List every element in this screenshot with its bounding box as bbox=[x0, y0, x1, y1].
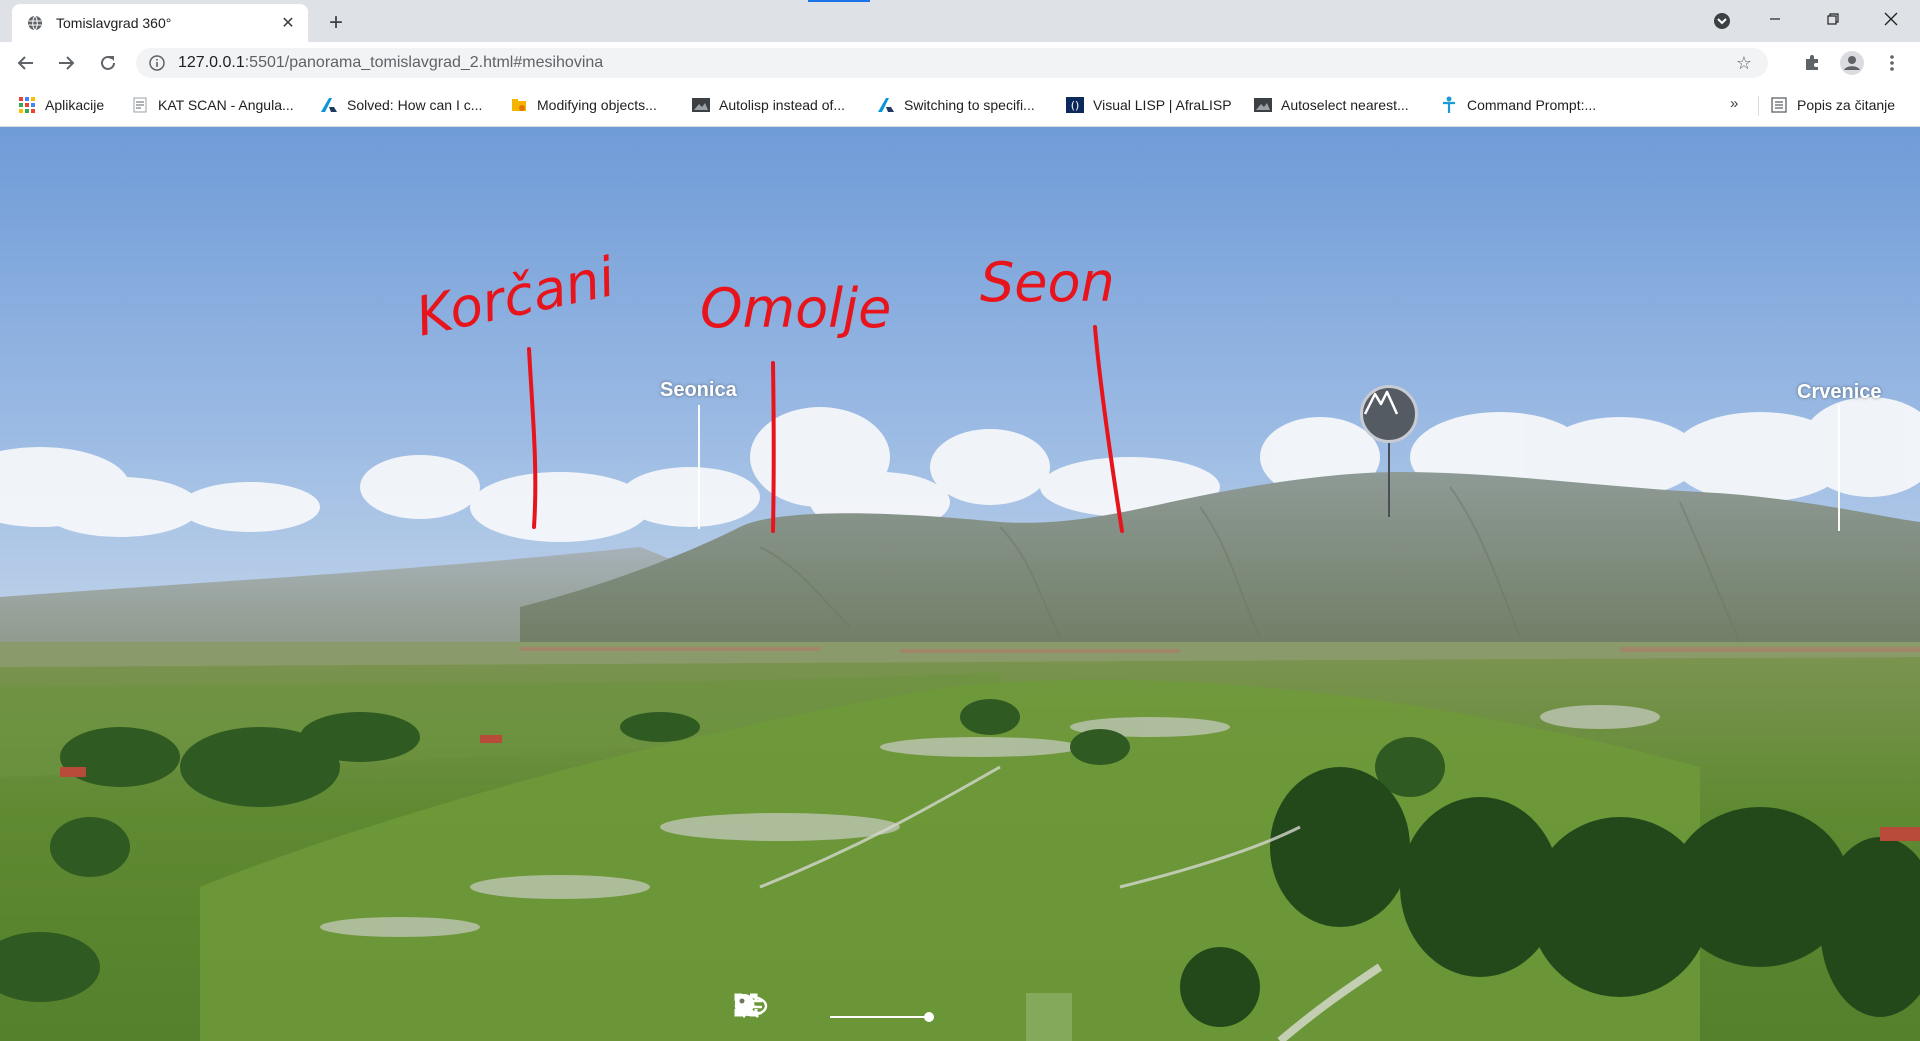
fullscreen-button[interactable] bbox=[734, 993, 1164, 1041]
reading-list-label: Popis za čitanje bbox=[1797, 97, 1896, 113]
browser-tab[interactable]: Tomislavgrad 360° ✕ bbox=[12, 4, 308, 42]
figure-icon bbox=[1440, 96, 1458, 114]
poi-label-seonica[interactable]: Seonica bbox=[660, 379, 737, 402]
bookmark-label: Visual LISP | AfraLISP bbox=[1093, 97, 1232, 113]
bookmark-label: Modifying objects... bbox=[537, 97, 657, 113]
tab-strip: Tomislavgrad 360° ✕ + bbox=[0, 0, 1920, 42]
divider bbox=[1758, 96, 1759, 116]
lisp-icon: () bbox=[1066, 96, 1084, 114]
bookmark-autoselect[interactable]: Autoselect nearest... bbox=[1254, 95, 1409, 115]
download-button[interactable] bbox=[736, 993, 1026, 1041]
bookmark-label: Switching to specifi... bbox=[904, 97, 1035, 113]
bookmark-star-icon[interactable]: ☆ bbox=[1734, 53, 1754, 73]
zoom-track bbox=[830, 1016, 930, 1018]
annotation-seon: Seon bbox=[980, 251, 1115, 314]
restore-button[interactable] bbox=[1810, 0, 1856, 38]
panorama-viewport[interactable]: Korčani Omolje Seon Seonica Crvenice bbox=[0, 127, 1920, 1041]
kebab-menu-icon[interactable] bbox=[1880, 51, 1904, 75]
mountain-icon bbox=[1363, 390, 1399, 415]
poi-line-crvenice bbox=[1838, 405, 1840, 531]
url-text: 127.0.0.1:5501/panorama_tomislavgrad_2.h… bbox=[178, 54, 603, 72]
reading-list-icon bbox=[1770, 96, 1788, 114]
browser-toolbar: 127.0.0.1:5501/panorama_tomislavgrad_2.h… bbox=[0, 42, 1920, 84]
bookmark-label: Aplikacije bbox=[45, 97, 105, 113]
bookmark-label: Solved: How can I c... bbox=[347, 97, 483, 113]
markers-list-button[interactable] bbox=[735, 993, 1118, 1041]
reload-icon[interactable] bbox=[94, 49, 122, 77]
reading-list-button[interactable]: Popis za čitanje bbox=[1770, 95, 1895, 115]
bookmarks-overflow-button[interactable]: » bbox=[1730, 95, 1738, 112]
folder-lock-icon bbox=[510, 96, 528, 114]
bookmark-label: KAT SCAN - Angula... bbox=[158, 97, 294, 113]
zoom-out-button[interactable] bbox=[735, 993, 826, 1041]
zoom-in-button[interactable] bbox=[735, 993, 980, 1041]
image-icon bbox=[1254, 96, 1272, 114]
bookmark-label: Autolisp instead of... bbox=[719, 97, 846, 113]
zoom-slider[interactable] bbox=[830, 993, 934, 1041]
peak-marker-stem bbox=[1388, 443, 1390, 517]
back-arrow-icon[interactable] bbox=[12, 49, 40, 77]
url-path: :5501/panorama_tomislavgrad_2.html#mesih… bbox=[244, 54, 604, 71]
new-tab-button[interactable]: + bbox=[322, 9, 350, 37]
bookmarks-bar: Aplikacije KAT SCAN - Angula... Solved: … bbox=[0, 84, 1920, 127]
image-icon bbox=[692, 96, 710, 114]
info-icon[interactable] bbox=[148, 54, 166, 72]
annotation-omolje: Omolje bbox=[700, 277, 891, 340]
globe-icon bbox=[26, 14, 44, 32]
autodesk-icon bbox=[320, 96, 338, 114]
poi-line-seonica bbox=[698, 405, 700, 529]
mountain-peak-marker[interactable] bbox=[1360, 385, 1418, 443]
forward-arrow-icon[interactable] bbox=[52, 49, 80, 77]
bookmark-solved[interactable]: Solved: How can I c... bbox=[320, 95, 482, 115]
bookmark-kat-scan[interactable]: KAT SCAN - Angula... bbox=[131, 95, 294, 115]
close-window-button[interactable] bbox=[1868, 0, 1914, 38]
zoom-knob[interactable] bbox=[924, 1012, 934, 1022]
extensions-puzzle-icon[interactable] bbox=[1800, 51, 1824, 75]
poi-label-crvenice[interactable]: Crvenice bbox=[1797, 381, 1882, 404]
fullscreen-icon bbox=[734, 993, 758, 1017]
tab-title: Tomislavgrad 360° bbox=[56, 15, 172, 31]
tab-search-icon[interactable] bbox=[1710, 9, 1734, 33]
bookmark-autolisp[interactable]: Autolisp instead of... bbox=[692, 95, 845, 115]
url-host: 127.0.0.1 bbox=[178, 54, 245, 71]
bookmark-apps[interactable]: Aplikacije bbox=[18, 95, 104, 115]
bookmark-label: Autoselect nearest... bbox=[1281, 97, 1409, 113]
minimize-button[interactable] bbox=[1752, 0, 1798, 38]
bookmark-switching[interactable]: Switching to specifi... bbox=[877, 95, 1035, 115]
document-icon bbox=[131, 96, 149, 114]
bookmark-command-prompt[interactable]: Command Prompt:... bbox=[1440, 95, 1596, 115]
profile-avatar-icon[interactable] bbox=[1840, 51, 1864, 75]
close-tab-icon[interactable]: ✕ bbox=[278, 13, 298, 33]
bookmark-label: Command Prompt:... bbox=[1467, 97, 1597, 113]
autodesk-icon bbox=[877, 96, 895, 114]
svg-text:(): () bbox=[1071, 99, 1080, 112]
loading-indicator bbox=[808, 0, 870, 2]
annotation-line-omolje bbox=[771, 361, 776, 533]
bookmark-visual-lisp[interactable]: () Visual LISP | AfraLISP bbox=[1066, 95, 1232, 115]
panorama-image: Korčani Omolje Seon bbox=[0, 127, 1920, 1041]
bookmark-modifying-objects[interactable]: Modifying objects... bbox=[510, 95, 657, 115]
markers-button[interactable] bbox=[735, 993, 1072, 1041]
apps-grid-icon bbox=[18, 96, 36, 114]
panorama-controls bbox=[734, 993, 1182, 1041]
address-bar[interactable]: 127.0.0.1:5501/panorama_tomislavgrad_2.h… bbox=[136, 48, 1768, 78]
